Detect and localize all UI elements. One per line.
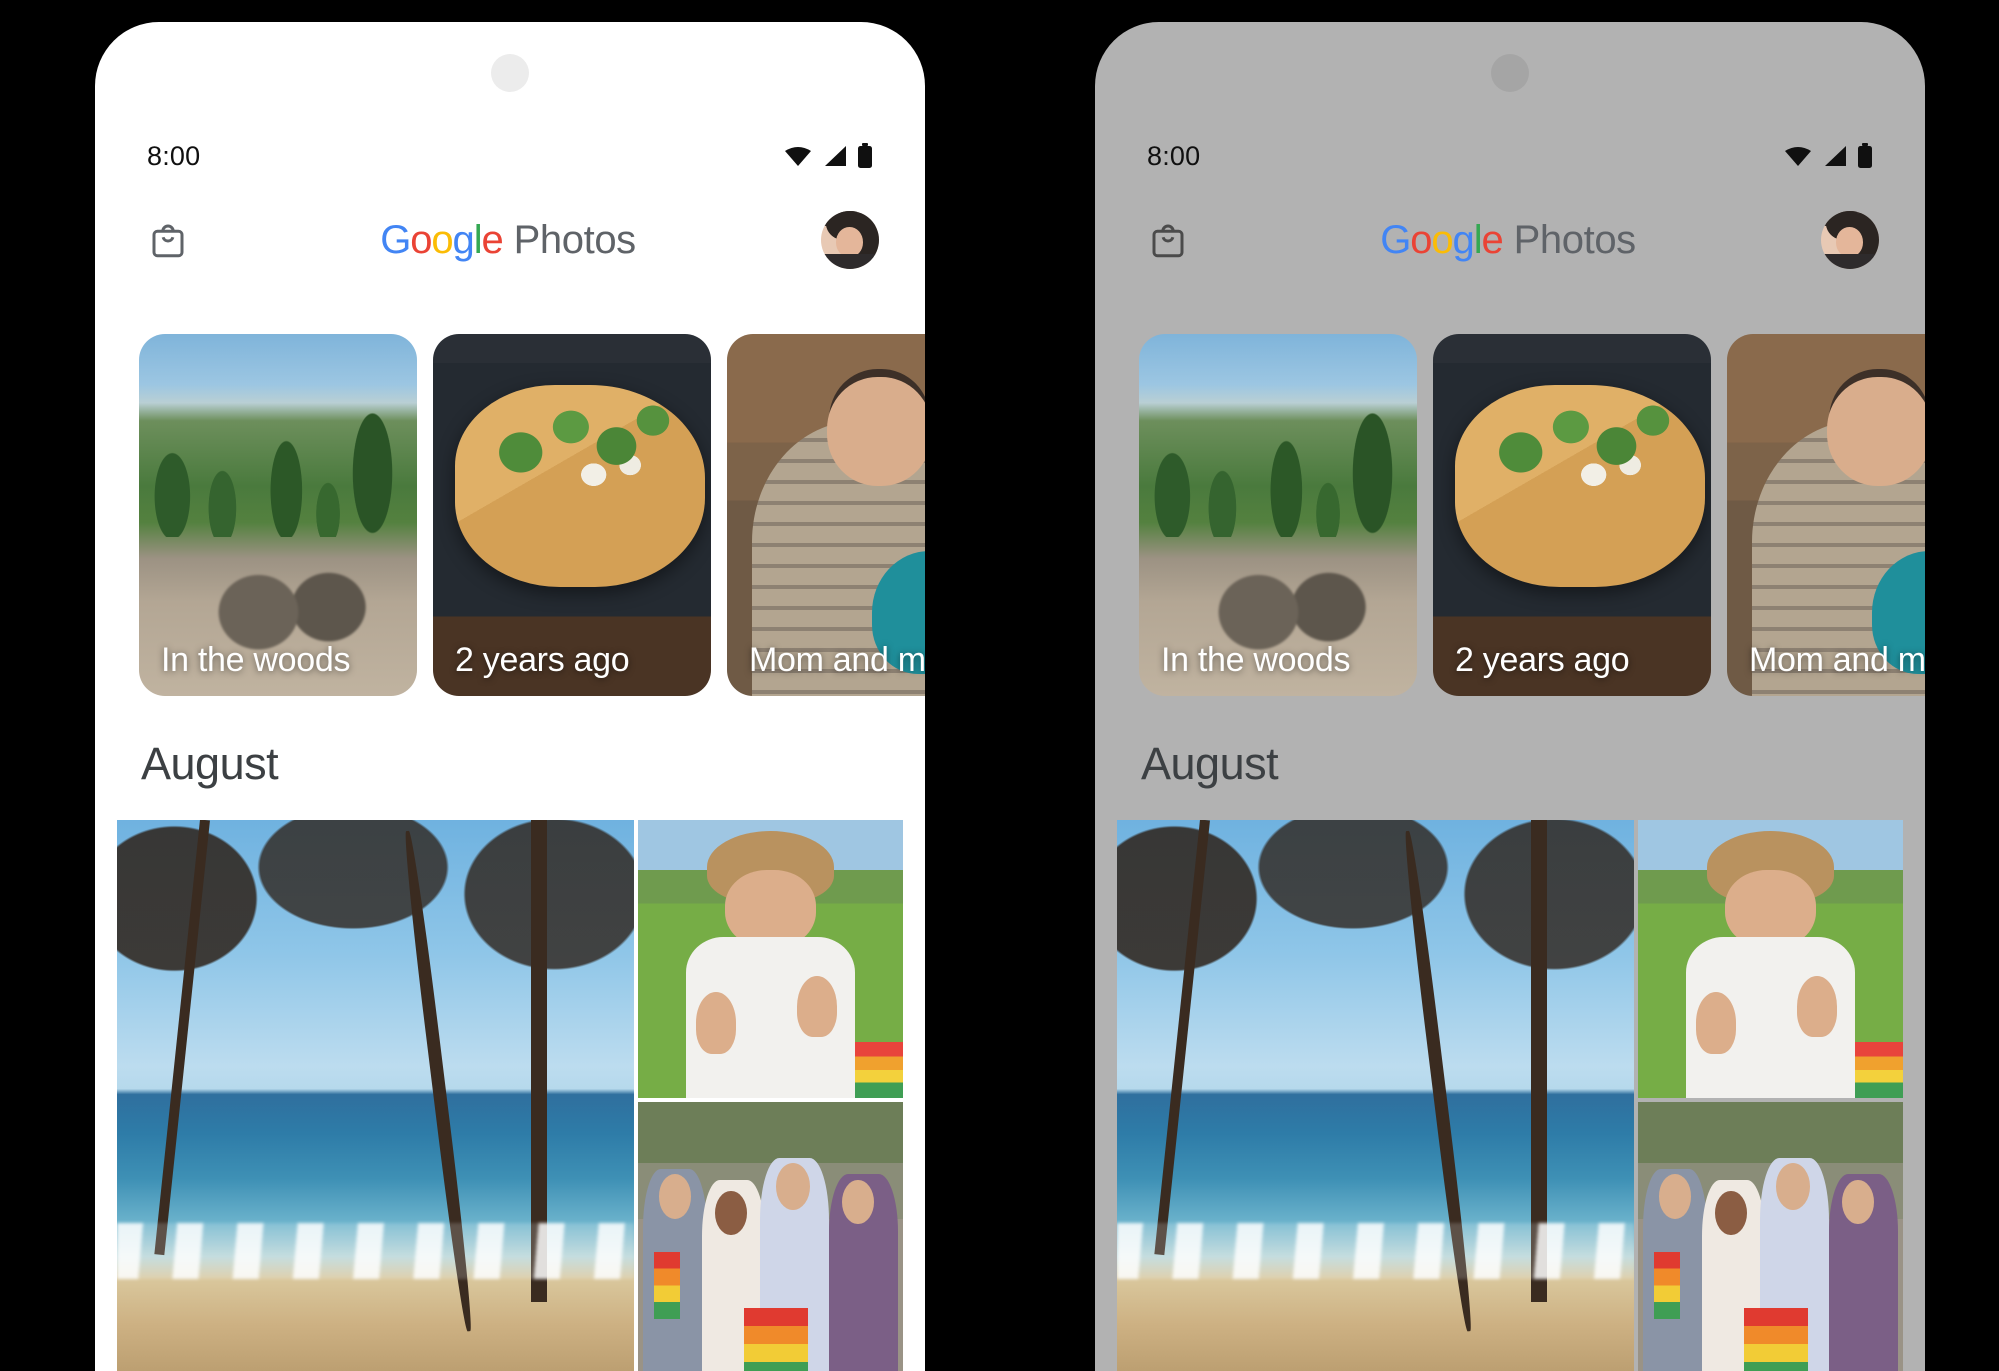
battery-icon bbox=[857, 143, 873, 169]
pride-flag bbox=[1743, 1307, 1808, 1371]
photo-tile-boy[interactable] bbox=[1637, 820, 1903, 1098]
month-section-title: August bbox=[141, 738, 279, 789]
memory-card-label: In the woods bbox=[1161, 640, 1351, 679]
dimmed-theme-phone: 8:00 Google Photos In the woods 2 years … bbox=[1095, 22, 1925, 1371]
boy-thumb bbox=[1696, 992, 1736, 1054]
photos-wordmark: Photos bbox=[513, 218, 637, 262]
status-clock: 8:00 bbox=[147, 140, 201, 171]
wifi-icon bbox=[783, 144, 813, 168]
memory-card[interactable]: Mom and me bbox=[727, 334, 925, 696]
group-photo-art bbox=[1637, 1102, 1903, 1371]
google-photos-logo: Google Photos bbox=[380, 220, 636, 260]
front-camera-punch-hole bbox=[491, 54, 529, 92]
account-avatar[interactable] bbox=[1820, 211, 1879, 269]
beach-photo-art bbox=[117, 820, 634, 1371]
person-head bbox=[842, 1179, 874, 1225]
wifi-icon bbox=[1783, 144, 1813, 168]
battery-icon bbox=[1857, 143, 1873, 169]
google-wordmark: Google bbox=[1380, 218, 1504, 262]
memory-card-label: 2 years ago bbox=[455, 640, 630, 679]
status-clock: 8:00 bbox=[1147, 140, 1201, 171]
beach-photo-art bbox=[1117, 820, 1634, 1371]
memory-card-label: In the woods bbox=[161, 640, 351, 679]
front-camera-punch-hole bbox=[1491, 54, 1529, 92]
app-bar: Google Photos bbox=[1095, 202, 1925, 278]
memory-card-label: 2 years ago bbox=[1455, 640, 1630, 679]
photo-tile-group[interactable] bbox=[1637, 1102, 1903, 1371]
person-head bbox=[1842, 1179, 1874, 1225]
light-theme-phone: 8:00 Google Photos In the woods 2 years … bbox=[95, 22, 925, 1371]
status-bar: 8:00 bbox=[1095, 134, 1925, 178]
person-head bbox=[659, 1174, 691, 1219]
memories-carousel[interactable]: In the woods 2 years ago Mom and me bbox=[95, 334, 925, 704]
boy-thumb bbox=[1796, 975, 1837, 1037]
status-icon-group bbox=[1783, 143, 1873, 169]
app-bar: Google Photos bbox=[95, 202, 925, 278]
google-wordmark: Google bbox=[380, 218, 504, 262]
memory-card[interactable]: In the woods bbox=[1139, 334, 1417, 696]
avatar-face bbox=[836, 227, 863, 258]
person-head bbox=[714, 1190, 747, 1236]
pride-flag bbox=[1653, 1252, 1681, 1319]
comparison-stage: 8:00 Google Photos In the woods 2 years … bbox=[0, 0, 1999, 1371]
memory-card[interactable]: Mom and me bbox=[1727, 334, 1925, 696]
photos-wordmark: Photos bbox=[1513, 218, 1637, 262]
photo-tile-boy[interactable] bbox=[637, 820, 903, 1098]
pride-flag bbox=[743, 1307, 808, 1371]
avatar-shoulders bbox=[1820, 253, 1879, 269]
photo-tile-beach[interactable] bbox=[1117, 820, 1634, 1371]
person-head bbox=[1714, 1190, 1747, 1236]
memory-card[interactable]: 2 years ago bbox=[1433, 334, 1711, 696]
cellular-signal-icon bbox=[1822, 144, 1848, 168]
person-head bbox=[1659, 1174, 1691, 1219]
shopping-bag-icon[interactable] bbox=[1141, 213, 1195, 267]
month-section-title: August bbox=[1141, 738, 1279, 789]
status-icon-group bbox=[783, 143, 873, 169]
account-avatar[interactable] bbox=[820, 211, 879, 269]
memory-card[interactable]: 2 years ago bbox=[433, 334, 711, 696]
photo-tile-beach[interactable] bbox=[117, 820, 634, 1371]
photo-grid[interactable] bbox=[1117, 820, 1903, 1371]
wave-foam bbox=[117, 1223, 634, 1280]
avatar-face bbox=[1836, 227, 1863, 258]
boy-thumb bbox=[696, 992, 736, 1054]
group-photo-art bbox=[637, 1102, 903, 1371]
boy-thumb bbox=[796, 975, 837, 1037]
google-photos-logo: Google Photos bbox=[1380, 220, 1636, 260]
wave-foam bbox=[1117, 1223, 1634, 1280]
memories-carousel[interactable]: In the woods 2 years ago Mom and me bbox=[1095, 334, 1925, 704]
shopping-bag-icon[interactable] bbox=[141, 213, 195, 267]
memory-card-label: Mom and me bbox=[1749, 640, 1925, 679]
memory-card-label: Mom and me bbox=[749, 640, 925, 679]
photo-tile-group[interactable] bbox=[637, 1102, 903, 1371]
cellular-signal-icon bbox=[822, 144, 848, 168]
boy-photo-art bbox=[637, 820, 903, 1098]
boy-photo-art bbox=[1637, 820, 1903, 1098]
avatar-shoulders bbox=[820, 253, 879, 269]
photo-grid[interactable] bbox=[117, 820, 903, 1371]
pride-flag bbox=[653, 1252, 681, 1319]
memory-card[interactable]: In the woods bbox=[139, 334, 417, 696]
status-bar: 8:00 bbox=[95, 134, 925, 178]
